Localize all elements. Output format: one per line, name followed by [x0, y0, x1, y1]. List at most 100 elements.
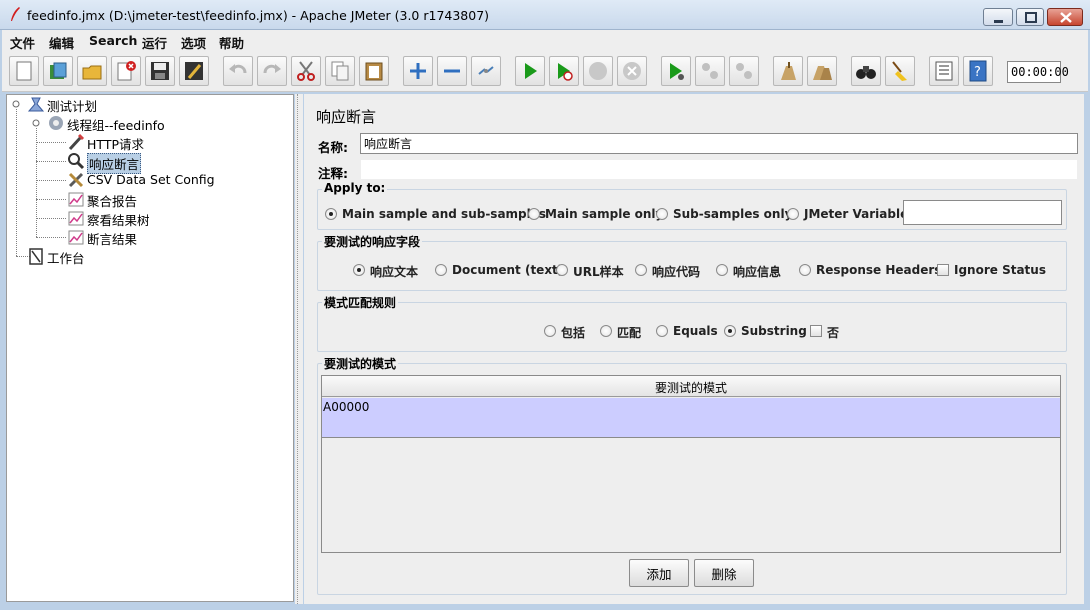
copy-button[interactable]	[325, 56, 355, 86]
comment-label: 注释:	[318, 166, 348, 181]
radio-dot	[724, 325, 736, 337]
workbench-icon	[29, 248, 43, 265]
config-icon	[68, 172, 84, 188]
menu-search[interactable]: Search	[89, 33, 137, 48]
http-sampler-icon	[68, 133, 85, 151]
remote-shutdown-button[interactable]	[729, 56, 759, 86]
name-field[interactable]	[360, 133, 1078, 154]
patterns-column-header[interactable]: 要测试的模式	[322, 376, 1060, 397]
clear-icon	[781, 62, 796, 80]
table-row[interactable]: A00000	[322, 398, 1060, 438]
search-button[interactable]	[851, 56, 881, 86]
comment-field[interactable]	[360, 159, 1078, 180]
pattern-cell[interactable]: A00000	[323, 400, 369, 414]
expand-button[interactable]	[403, 56, 433, 86]
listener-icon	[68, 230, 84, 245]
remote-stop-icon	[702, 63, 718, 79]
stop-icon	[589, 62, 607, 80]
clear-all-icon	[813, 66, 832, 80]
menu-options[interactable]: 选项	[181, 33, 206, 52]
listener-icon	[68, 211, 84, 226]
collapse-button[interactable]	[437, 56, 467, 86]
collapse-icon	[444, 69, 460, 73]
pattern-rules-group: 模式匹配规则 包括 匹配 Equals Substring 否	[317, 294, 1067, 352]
paste-button[interactable]	[359, 56, 389, 86]
close-file-button[interactable]	[111, 56, 141, 86]
delete-button[interactable]: 删除	[694, 559, 754, 587]
help-button[interactable]: ?	[963, 56, 993, 86]
save-button[interactable]	[145, 56, 175, 86]
redo-button[interactable]	[257, 56, 287, 86]
cut-button[interactable]	[291, 56, 321, 86]
function-helper-button[interactable]	[929, 56, 959, 86]
toggle-button[interactable]	[471, 56, 501, 86]
comment-row: 注释:	[316, 158, 1078, 182]
maximize-icon	[1025, 12, 1037, 23]
remote-start-button[interactable]	[661, 56, 691, 86]
menu-run[interactable]: 运行	[142, 33, 167, 52]
window-title: feedinfo.jmx (D:\jmeter-test\feedinfo.jm…	[27, 8, 490, 23]
radio-dot	[600, 325, 612, 337]
pattern-rules-title: 模式匹配规则	[322, 294, 399, 311]
patterns-title: 要测试的模式	[322, 355, 399, 372]
start-no-pause-icon	[558, 63, 573, 81]
open-button[interactable]	[77, 56, 107, 86]
add-button[interactable]: 添加	[629, 559, 689, 587]
elapsed-timer: 00:00:00	[1007, 61, 1069, 83]
name-row: 名称:	[316, 132, 1078, 156]
new-button[interactable]	[9, 56, 39, 86]
help-icon: ?	[969, 60, 987, 82]
close-button[interactable]	[1047, 8, 1083, 26]
radio-dot	[787, 208, 799, 220]
response-assertion-panel: 响应断言 名称: 注释: Apply to: Main sample and s…	[304, 94, 1084, 604]
copy-icon	[331, 61, 349, 81]
undo-button[interactable]	[223, 56, 253, 86]
clear-all-button[interactable]	[807, 56, 837, 86]
save-as-button[interactable]	[179, 56, 209, 86]
minimize-button[interactable]	[983, 8, 1013, 26]
jmeter-variable-input[interactable]	[903, 200, 1062, 225]
checkbox-box	[937, 264, 949, 276]
menu-file[interactable]: 文件	[10, 33, 35, 52]
test-plan-icon	[27, 97, 45, 112]
listener-icon	[68, 192, 84, 207]
close-icon	[1060, 12, 1072, 23]
reset-search-button[interactable]	[885, 56, 915, 86]
radio-dot	[353, 264, 365, 276]
test-plan-tree[interactable]: 测试计划 线程组--feedinfo HTTP请求 响应断言 CSV Data …	[6, 94, 294, 602]
collapse-node-icon[interactable]	[11, 99, 21, 109]
list-icon	[935, 61, 953, 81]
response-field-group: 要测试的响应字段 响应文本 Document (text) URL样本 响应代码…	[317, 233, 1067, 291]
radio-dot	[528, 208, 540, 220]
start-icon	[525, 63, 537, 79]
remote-shutdown-icon	[736, 63, 752, 79]
radio-dot	[656, 325, 668, 337]
menu-help[interactable]: 帮助	[219, 33, 244, 52]
templates-button[interactable]	[43, 56, 73, 86]
new-icon	[16, 61, 32, 81]
panel-title: 响应断言	[316, 108, 377, 126]
radio-dot	[325, 208, 337, 220]
radio-dot	[635, 264, 647, 276]
response-field-title: 要测试的响应字段	[322, 233, 423, 250]
radio-dot	[544, 325, 556, 337]
clear-button[interactable]	[773, 56, 803, 86]
collapse-node-icon[interactable]	[31, 118, 41, 128]
cut-icon	[297, 61, 315, 81]
toggle-icon	[478, 66, 494, 75]
patterns-table[interactable]: 要测试的模式 A00000	[321, 375, 1061, 553]
redo-icon	[263, 64, 281, 74]
thread-group-icon	[49, 116, 63, 130]
radio-dot	[799, 264, 811, 276]
maximize-button[interactable]	[1016, 8, 1044, 26]
remote-stop-button[interactable]	[695, 56, 725, 86]
menu-edit[interactable]: 编辑	[49, 33, 74, 52]
start-button[interactable]	[515, 56, 545, 86]
stop-button[interactable]	[583, 56, 613, 86]
pane-splitter[interactable]	[295, 94, 303, 604]
shutdown-button[interactable]	[617, 56, 647, 86]
toolbar: ? 00:00:00	[2, 51, 1088, 92]
start-no-pause-button[interactable]	[549, 56, 579, 86]
undo-icon	[229, 64, 247, 74]
radio-dot	[656, 208, 668, 220]
